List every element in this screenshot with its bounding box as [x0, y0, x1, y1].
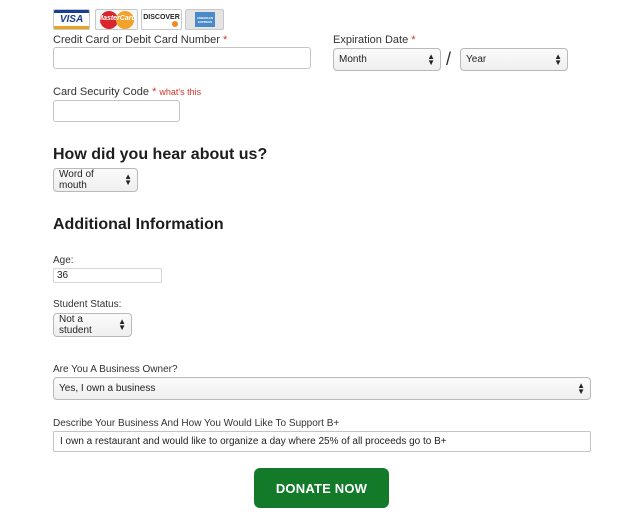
hear-about-select-value: Word of mouth [59, 169, 94, 191]
student-status-label: Student Status: [53, 299, 122, 310]
describe-business-input[interactable]: I own a restaurant and would like to org… [53, 431, 591, 452]
describe-business-label: Describe Your Business And How You Would… [53, 418, 340, 429]
additional-info-heading: Additional Information [53, 216, 224, 233]
expiration-label-text: Expiration Date [333, 34, 409, 46]
year-select-value: Year [466, 54, 487, 65]
describe-business-value: I own a restaurant and would like to org… [60, 436, 447, 447]
month-select-value: Month [339, 54, 367, 65]
age-value: 36 [57, 270, 69, 281]
discover-logo: DISCOVER [141, 9, 182, 30]
month-select[interactable]: Month ▲ ▼ [333, 48, 441, 71]
student-status-select[interactable]: Not a student ▲ ▼ [53, 313, 132, 337]
security-code-label: Card Security Code * what's this [53, 86, 201, 98]
expiration-separator: / [446, 49, 452, 69]
card-number-label-text: Credit Card or Debit Card Number [53, 34, 220, 46]
security-code-input[interactable] [53, 100, 180, 122]
age-input[interactable]: 36 [53, 268, 162, 283]
whats-this-link[interactable]: what's this [159, 87, 201, 97]
expiration-label: Expiration Date * [333, 34, 416, 46]
required-mark: * [222, 34, 228, 46]
select-arrows-icon: ▲ ▼ [124, 172, 132, 187]
business-owner-label: Are You A Business Owner? [53, 364, 178, 375]
business-owner-select[interactable]: Yes, I own a business ▲ ▼ [53, 377, 591, 400]
select-arrows-icon: ▲ ▼ [118, 317, 126, 332]
security-code-label-text: Card Security Code [53, 86, 149, 98]
hear-about-heading: How did you hear about us? [53, 146, 268, 163]
required-mark: * [411, 34, 416, 46]
hear-about-select[interactable]: Word of mouth ▲ ▼ [53, 168, 138, 192]
required-mark: * [152, 86, 157, 98]
select-arrows-icon: ▲ ▼ [577, 380, 585, 396]
card-number-label: Credit Card or Debit Card Number * [53, 34, 227, 46]
amex-logo: AMERICAN EXPRESS [185, 9, 224, 30]
mastercard-logo: MasterCard [95, 9, 138, 30]
year-select[interactable]: Year ▲ ▼ [460, 48, 568, 71]
student-status-value: Not a student [59, 314, 92, 336]
select-arrows-icon: ▲ ▼ [427, 51, 435, 67]
visa-logo: VISA [53, 9, 90, 30]
age-label: Age: [53, 255, 74, 266]
donate-now-button[interactable]: DONATE NOW [254, 468, 389, 508]
card-number-input[interactable] [53, 47, 311, 69]
business-owner-value: Yes, I own a business [59, 383, 156, 394]
select-arrows-icon: ▲ ▼ [554, 51, 562, 67]
